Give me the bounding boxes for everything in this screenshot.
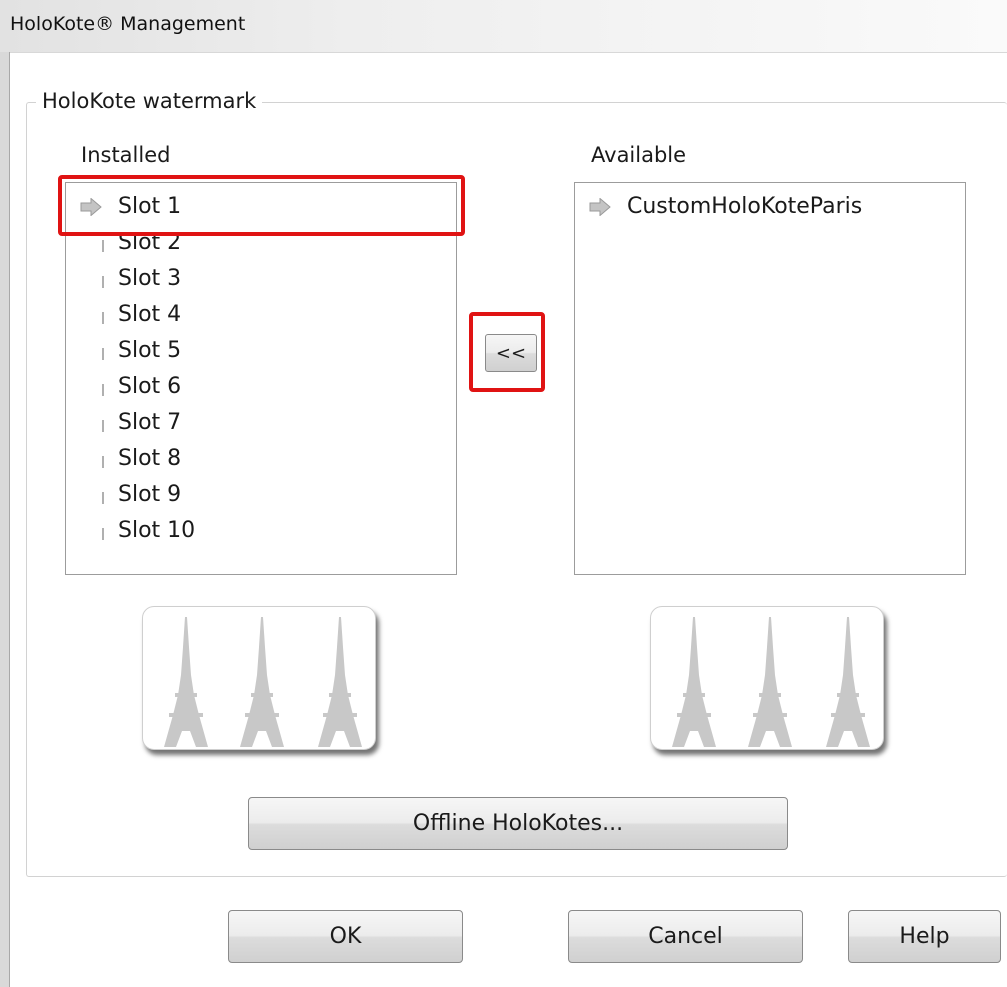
list-item[interactable]: Slot 4 (66, 297, 456, 333)
list-item-label: Slot 9 (118, 482, 182, 507)
list-item-label: Slot 4 (118, 302, 182, 327)
list-item-label: CustomHoloKoteParis (627, 194, 863, 219)
list-item[interactable]: Slot 8 (66, 441, 456, 477)
list-item-label: Slot 10 (118, 518, 196, 543)
empty-slot-marker-icon (102, 276, 104, 288)
available-preview (650, 606, 884, 750)
list-item[interactable]: CustomHoloKoteParis (575, 189, 965, 225)
list-item[interactable]: Slot 2 (66, 225, 456, 261)
list-item[interactable]: Slot 1 (66, 189, 456, 225)
empty-slot-marker-icon (102, 420, 104, 432)
list-item[interactable]: Slot 3 (66, 261, 456, 297)
list-item[interactable]: Slot 6 (66, 369, 456, 405)
cancel-button[interactable]: Cancel (568, 910, 803, 963)
empty-slot-marker-icon (102, 240, 104, 252)
list-item-label: Slot 2 (118, 230, 182, 255)
available-listbox[interactable]: CustomHoloKoteParis (574, 182, 966, 575)
empty-slot-marker-icon (102, 384, 104, 396)
list-item[interactable]: Slot 9 (66, 477, 456, 513)
help-button[interactable]: Help (848, 910, 1001, 963)
empty-slot-marker-icon (102, 456, 104, 468)
empty-slot-marker-icon (102, 528, 104, 540)
eiffel-tower-icon (164, 617, 362, 747)
ok-button[interactable]: OK (228, 910, 463, 963)
installed-preview (142, 606, 376, 750)
offline-holokotes-button[interactable]: Offline HoloKotes... (248, 797, 788, 850)
arrow-right-icon (589, 198, 611, 216)
available-label: Available (591, 143, 687, 167)
install-transfer-button[interactable]: << (485, 334, 537, 372)
empty-slot-marker-icon (102, 312, 104, 324)
empty-slot-marker-icon (102, 348, 104, 360)
list-item-label: Slot 6 (118, 374, 182, 399)
arrow-right-icon (80, 198, 102, 216)
list-item-label: Slot 5 (118, 338, 182, 363)
group-label: HoloKote watermark (36, 89, 263, 113)
list-item[interactable]: Slot 7 (66, 405, 456, 441)
installed-listbox[interactable]: Slot 1 Slot 2 Slot 3 Slot 4 Slot 5 Slot 6 Slot… (65, 182, 457, 575)
installed-label: Installed (81, 143, 171, 167)
list-item-label: Slot 7 (118, 410, 182, 435)
list-item[interactable]: Slot 10 (66, 513, 456, 549)
list-item[interactable]: Slot 5 (66, 333, 456, 369)
window-left-border (0, 52, 10, 987)
window-title: HoloKote® Management (10, 13, 246, 35)
title-bar[interactable]: HoloKote® Management (0, 0, 1007, 53)
list-item-label: Slot 3 (118, 266, 182, 291)
list-item-label: Slot 8 (118, 446, 182, 471)
eiffel-tower-icon (672, 617, 870, 747)
empty-slot-marker-icon (102, 492, 104, 504)
list-item-label: Slot 1 (118, 194, 182, 219)
